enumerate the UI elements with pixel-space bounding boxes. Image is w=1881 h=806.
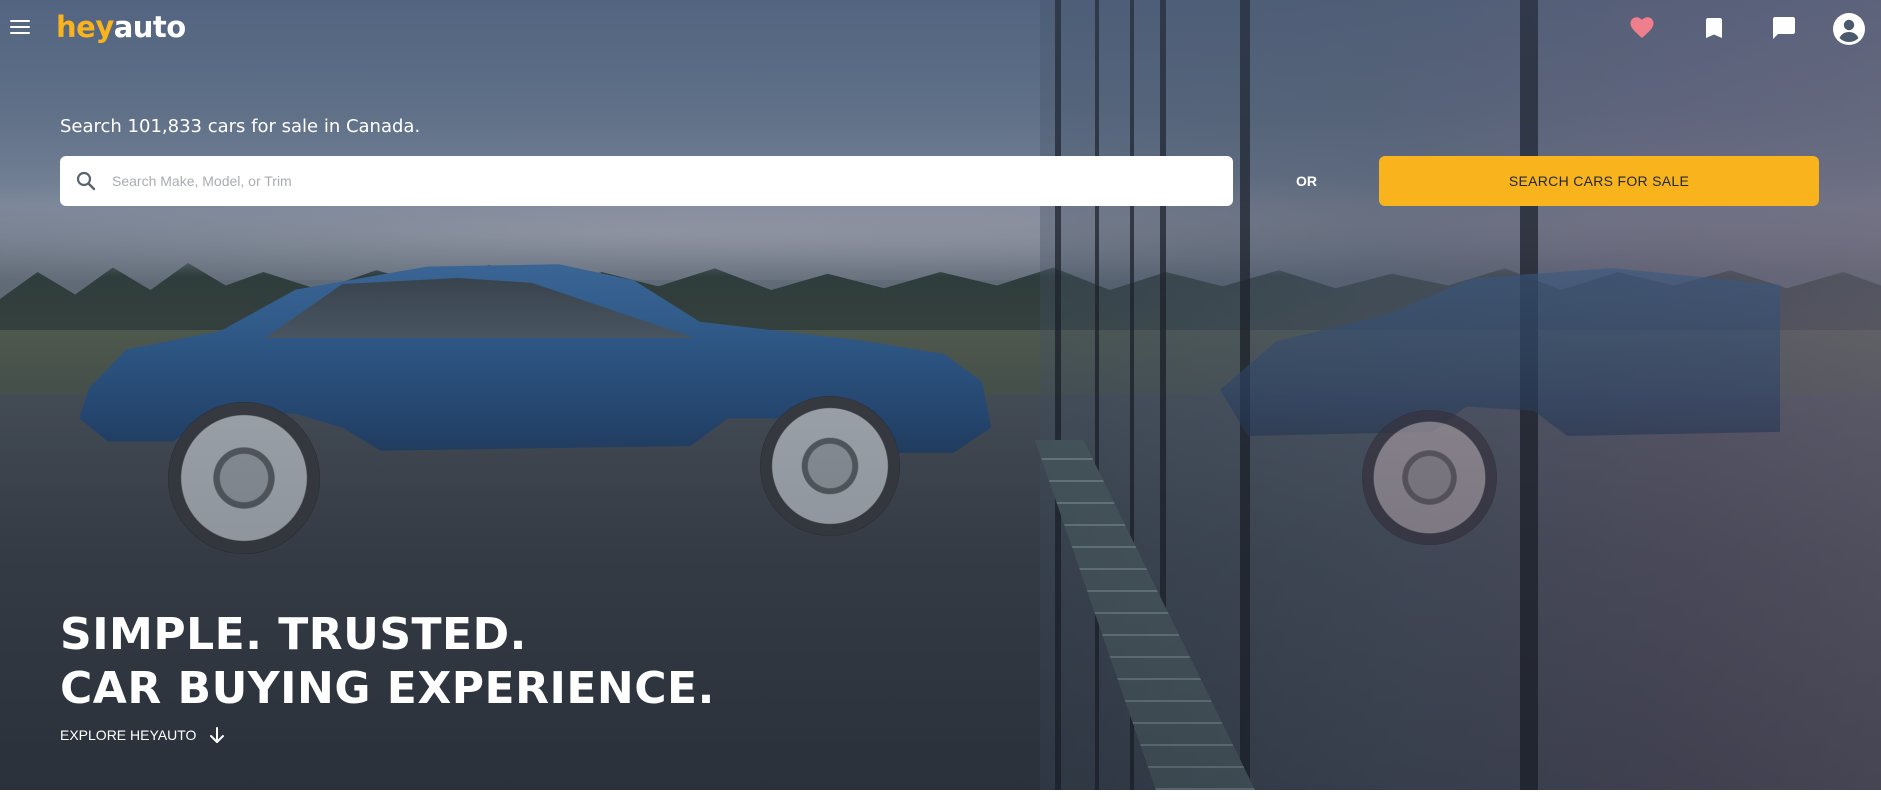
menu-icon[interactable] xyxy=(10,18,32,38)
search-input[interactable] xyxy=(112,156,1222,206)
heart-icon[interactable] xyxy=(1628,14,1656,42)
heyauto-logo[interactable]: heyauto xyxy=(56,8,186,46)
logo-text-auto: auto xyxy=(113,10,187,44)
search-cars-for-sale-button[interactable]: SEARCH CARS FOR SALE xyxy=(1379,156,1819,206)
page-below-hero xyxy=(0,790,1881,806)
explore-label: EXPLORE HEYAUTO xyxy=(60,727,197,743)
chat-icon[interactable] xyxy=(1770,14,1798,42)
or-divider-label: OR xyxy=(1296,173,1317,189)
bookmark-icon[interactable] xyxy=(1700,14,1728,42)
search-bar[interactable] xyxy=(60,156,1233,206)
headline-line-1: SIMPLE. TRUSTED. xyxy=(60,609,527,660)
logo-text-hey: hey xyxy=(56,10,114,44)
arrow-down-icon xyxy=(210,727,225,743)
headline-line-2: CAR BUYING EXPERIENCE. xyxy=(60,663,715,714)
search-icon xyxy=(76,171,96,191)
search-tagline: Search 101,833 cars for sale in Canada. xyxy=(60,116,421,137)
top-navigation-bar: heyauto xyxy=(0,0,1881,56)
explore-heyauto-link[interactable]: EXPLORE HEYAUTO xyxy=(60,726,226,744)
account-circle-icon[interactable] xyxy=(1832,12,1866,46)
hero-headline: SIMPLE. TRUSTED. CAR BUYING EXPERIENCE. xyxy=(60,608,715,716)
